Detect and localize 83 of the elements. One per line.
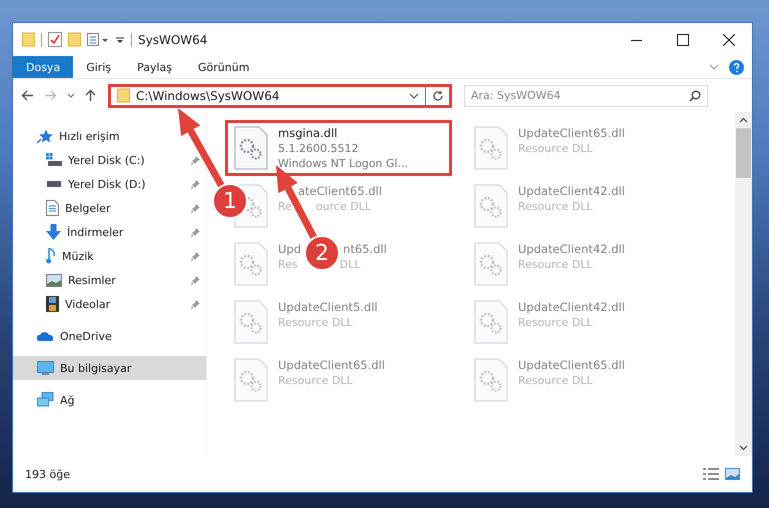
ribbon-tab[interactable]: Görünüm (185, 56, 262, 78)
sidebar-item[interactable]: Hızlı erişim (13, 124, 206, 148)
details-view-icon[interactable] (703, 468, 719, 480)
sidebar-item[interactable]: Bu bilgisayar (13, 356, 206, 380)
file-detail: 5.1.2600.5512 (278, 141, 358, 156)
pin-icon[interactable] (191, 156, 200, 164)
refresh-icon[interactable] (432, 90, 444, 102)
folder-icon (68, 32, 81, 47)
file-name: ateClient65.dll (298, 184, 382, 199)
file-name: nt65.dll (343, 242, 387, 257)
ribbon-tab[interactable]: Dosya (13, 56, 74, 78)
file-name: UpdateClient42.dll (518, 242, 625, 257)
file-name: UpdateClient42.dll (518, 300, 625, 315)
file-detail: ource DLL (316, 199, 371, 214)
sidebar-item[interactable]: Müzik (13, 244, 206, 268)
drive-icon (46, 181, 62, 187)
search-icon[interactable] (689, 90, 701, 102)
film-icon (46, 296, 59, 312)
pin-icon[interactable] (191, 300, 200, 308)
sidebar-item[interactable]: OneDrive (13, 324, 206, 348)
ribbon-tab[interactable]: Giriş (73, 56, 124, 78)
document-icon (46, 200, 59, 216)
pin-icon[interactable] (191, 228, 200, 236)
sidebar-item[interactable]: Resimler (13, 268, 206, 292)
back-arrow-icon[interactable] (21, 90, 34, 101)
file-detail: Resource DLL (518, 199, 593, 214)
star-icon (37, 128, 53, 144)
file-name: UpdateClient65.dll (518, 126, 625, 141)
sidebar-item[interactable]: Yerel Disk (C:) (13, 148, 206, 172)
file-detail: Resource DLL (518, 315, 593, 330)
file-detail: Resource DLL (278, 315, 353, 330)
file-name: UpdateClient65.dll (278, 358, 385, 373)
music-note-icon (46, 248, 56, 264)
pin-icon[interactable] (191, 180, 200, 188)
help-icon[interactable] (729, 60, 744, 74)
sidebar-item[interactable]: Belgeler (13, 196, 206, 220)
file-name: UpdateClient65.dll (518, 358, 625, 373)
up-arrow-icon[interactable] (85, 89, 96, 102)
folder-icon (22, 32, 35, 47)
file-detail: Res (278, 257, 298, 272)
pin-icon[interactable] (191, 204, 200, 212)
ribbon-tab[interactable]: Paylaş (124, 56, 185, 78)
window-title: SysWOW64 (138, 32, 208, 46)
scroll-thumb[interactable] (736, 128, 751, 178)
file-name: Upd (278, 242, 302, 257)
pin-icon[interactable] (191, 252, 200, 260)
file-name: UpdateClient42.dll (518, 184, 625, 199)
pin-icon[interactable] (191, 276, 200, 284)
folder-icon (117, 88, 130, 103)
network-icon (37, 392, 54, 408)
scroll-up-icon[interactable] (739, 117, 748, 123)
dropdown-icon[interactable] (115, 34, 125, 44)
file-detail: Re (278, 199, 292, 214)
file-detail: Resource DLL (278, 373, 353, 388)
scroll-down-icon[interactable] (739, 445, 748, 451)
download-arrow-icon (46, 224, 61, 240)
checklist-icon (48, 32, 62, 47)
address-bar[interactable]: C:\Windows\SysWOW64 (108, 84, 452, 108)
sidebar-item[interactable]: Ağ (13, 388, 206, 412)
file-name: UpdateClient5.dll (278, 300, 378, 315)
image-icon (46, 274, 62, 286)
file-item[interactable]: msgina.dll 5.1.2600.5512 Windows NT Logon Gl... (225, 120, 452, 176)
sidebar-item[interactable]: İndirmeler (13, 220, 206, 244)
close-icon[interactable] (723, 34, 735, 46)
item-count: 193 öğe (25, 468, 70, 480)
file-detail: DLL (340, 257, 360, 272)
cloud-icon (37, 330, 54, 342)
file-detail: Resource DLL (518, 141, 593, 156)
properties-icon (87, 32, 109, 46)
drive-icon (46, 153, 62, 167)
sidebar-item[interactable]: Yerel Disk (D:) (13, 172, 206, 196)
sidebar-item[interactable]: Videolar (13, 292, 206, 316)
large-icons-view-icon[interactable] (725, 468, 740, 480)
file-detail: Resource DLL (518, 373, 593, 388)
chevron-icon[interactable] (67, 93, 75, 98)
search-field[interactable]: Ara: SysWOW64 (464, 84, 708, 106)
file-name: msgina.dll (278, 126, 338, 141)
scrollbar[interactable] (735, 112, 752, 456)
monitor-icon (37, 360, 54, 376)
file-detail: Resource DLL (518, 257, 593, 272)
maximize-icon[interactable] (677, 34, 689, 46)
file-detail: Windows NT Logon Gl... (278, 156, 408, 171)
chevron-icon[interactable] (409, 92, 419, 98)
